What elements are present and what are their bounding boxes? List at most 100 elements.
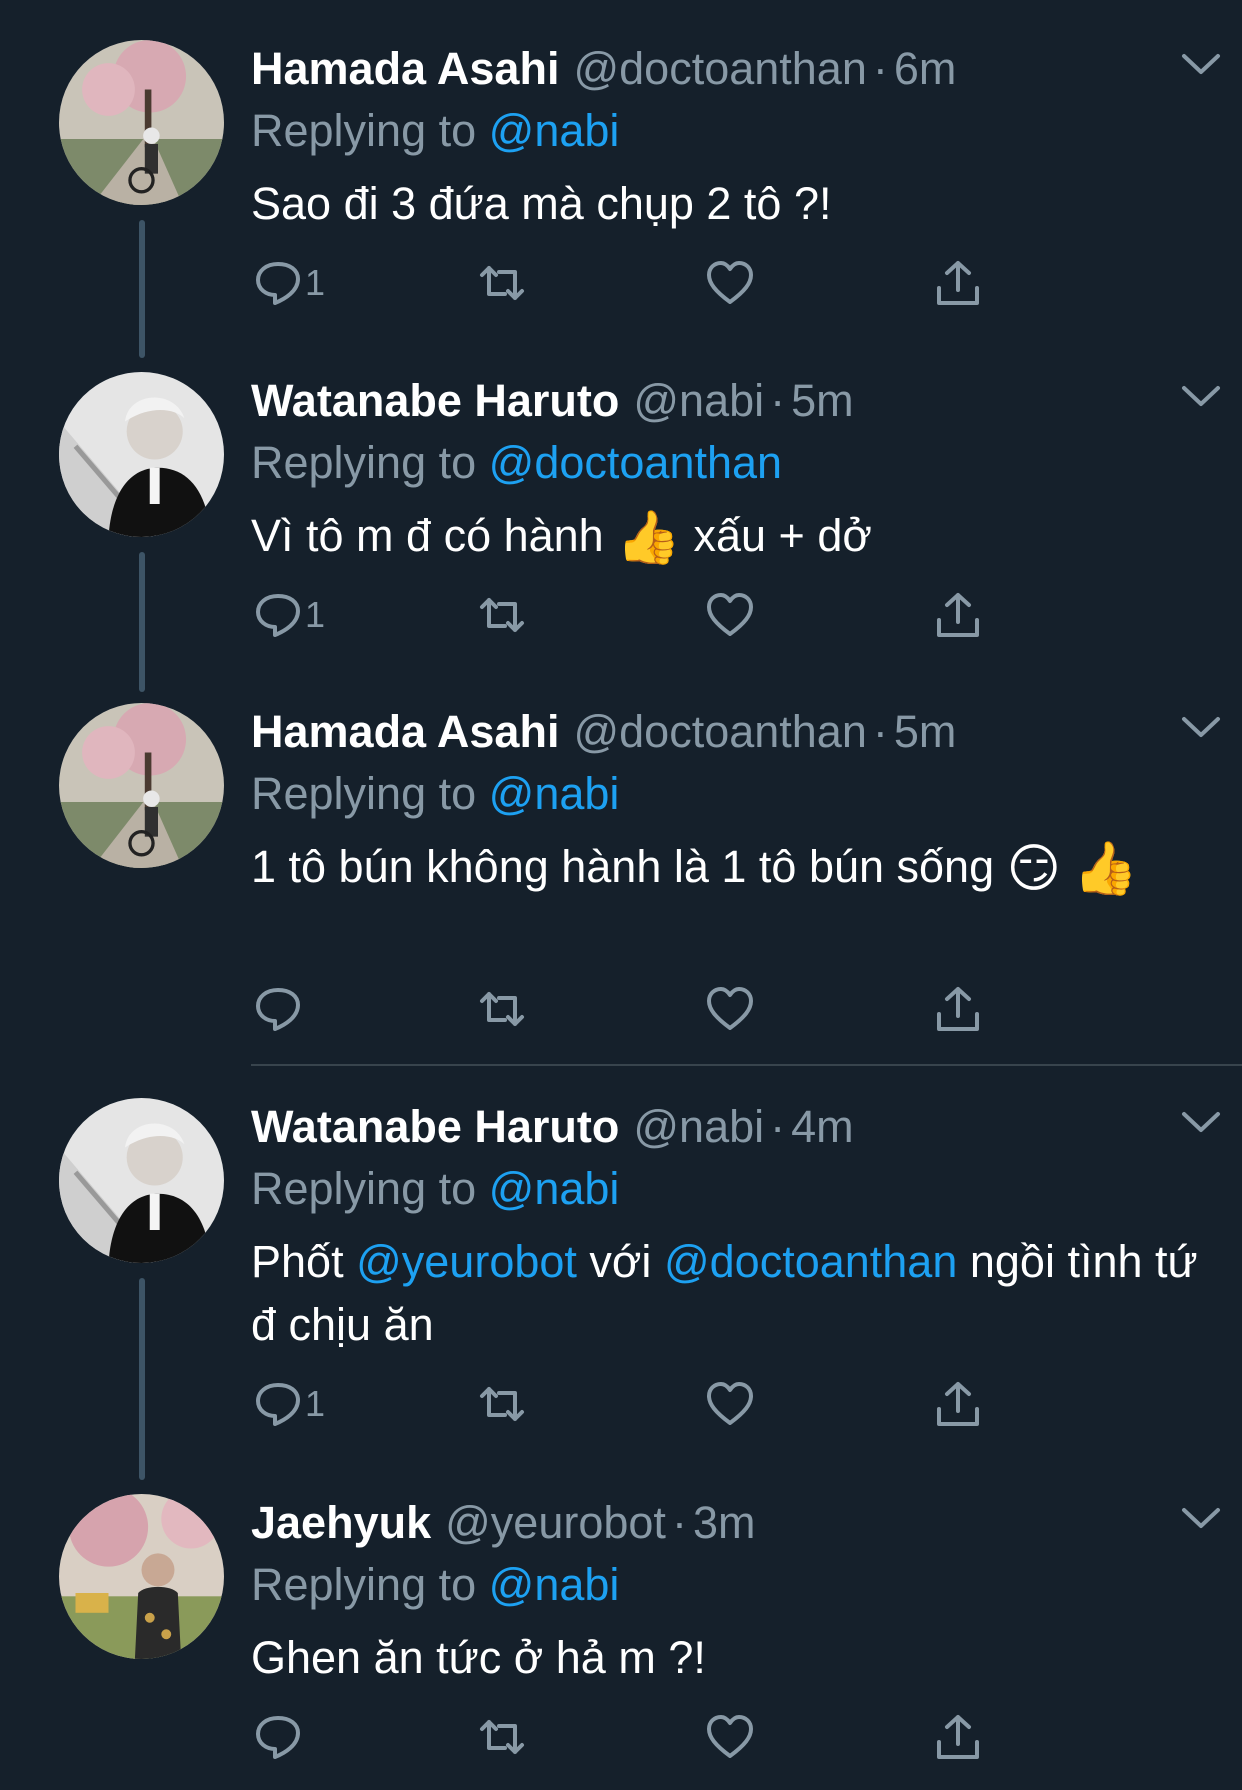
share-button[interactable] <box>933 1374 983 1434</box>
tweet-text-part: xấu + dở <box>693 510 872 561</box>
reply-button[interactable] <box>253 1707 305 1767</box>
tweet-actions: 1 <box>251 1374 991 1434</box>
retweet-button[interactable] <box>477 253 527 313</box>
chevron-down-icon[interactable] <box>1176 707 1226 747</box>
heart-icon <box>707 987 753 1030</box>
thread-line <box>139 552 145 692</box>
replying-mention[interactable]: @nabi <box>489 768 620 819</box>
user-handle[interactable]: @doctoanthan <box>573 43 866 95</box>
smirk-emoji: 😏 <box>1006 839 1061 899</box>
replying-mention[interactable]: @nabi <box>489 1163 620 1214</box>
user-handle[interactable]: @doctoanthan <box>573 706 866 758</box>
user-handle[interactable]: @nabi <box>633 375 764 427</box>
reply-icon <box>256 262 300 305</box>
tweet-header: Hamada Asahi @doctoanthan · 6m <box>251 38 1202 100</box>
heart-icon <box>707 261 753 304</box>
replying-to: Replying to @doctoanthan <box>251 432 1202 494</box>
tweet-text-part: Vì tô m đ có hành <box>251 510 604 561</box>
retweet-icon <box>480 598 524 632</box>
thread-line <box>139 220 145 358</box>
share-button[interactable] <box>933 1707 983 1767</box>
display-name[interactable]: Jaehyuk <box>251 1497 431 1549</box>
like-button[interactable] <box>705 1374 755 1434</box>
tweet-text: Sao đi 3 đứa mà chụp 2 tô ?! <box>251 178 832 229</box>
timestamp[interactable]: 5m <box>894 706 957 758</box>
tweet-actions: 1 <box>251 585 991 645</box>
display-name[interactable]: Watanabe Haruto <box>251 375 619 427</box>
reply-count: 1 <box>305 262 326 303</box>
replying-to: Replying to @nabi <box>251 1158 1202 1220</box>
thumbs-up-emoji: 👍 <box>1073 839 1139 899</box>
replying-mention[interactable]: @doctoanthan <box>489 437 782 488</box>
avatar[interactable] <box>59 1494 224 1659</box>
replying-to: Replying to @nabi <box>251 763 1202 825</box>
timestamp[interactable]: 4m <box>791 1101 854 1153</box>
display-name[interactable]: Hamada Asahi <box>251 706 559 758</box>
separator-dot: · <box>770 1101 786 1152</box>
user-handle[interactable]: @nabi <box>633 1101 764 1153</box>
like-button[interactable] <box>705 1707 755 1767</box>
avatar[interactable] <box>59 1098 224 1263</box>
separator-dot: · <box>770 375 786 426</box>
share-button[interactable] <box>933 585 983 645</box>
chevron-down-icon[interactable] <box>1176 376 1226 416</box>
thumbs-up-emoji: 👍 <box>616 508 681 568</box>
replying-mention[interactable]: @nabi <box>489 105 620 156</box>
separator-dot: · <box>671 1497 687 1548</box>
tweet-text-part: với <box>589 1236 652 1287</box>
tweet-text: Phốt @yeurobot với @doctoanthan ngồi tìn… <box>251 1230 1202 1356</box>
replying-label: Replying to <box>251 1163 477 1214</box>
avatar-park-portrait-icon <box>59 1494 224 1659</box>
reply-button[interactable]: 1 <box>253 253 325 313</box>
avatar[interactable] <box>59 703 224 868</box>
reply-thread: Hamada Asahi @doctoanthan · 6m Replying … <box>0 0 1242 1790</box>
avatar[interactable] <box>59 372 224 537</box>
retweet-icon <box>480 1720 524 1754</box>
heart-icon <box>707 593 753 636</box>
chevron-down-icon[interactable] <box>1176 1498 1226 1538</box>
share-button[interactable] <box>933 979 983 1039</box>
share-icon <box>937 987 979 1031</box>
tweet-header: Hamada Asahi @doctoanthan · 5m <box>251 701 1202 763</box>
avatar-monochrome-portrait-icon <box>59 1098 224 1263</box>
retweet-button[interactable] <box>477 585 527 645</box>
retweet-button[interactable] <box>477 979 527 1039</box>
timestamp[interactable]: 6m <box>894 43 957 95</box>
timestamp[interactable]: 5m <box>791 375 854 427</box>
share-button[interactable] <box>933 253 983 313</box>
avatar[interactable] <box>59 40 224 205</box>
replying-label: Replying to <box>251 768 477 819</box>
share-icon <box>937 593 979 637</box>
like-button[interactable] <box>705 979 755 1039</box>
replying-label: Replying to <box>251 437 477 488</box>
thread-line <box>139 1278 145 1480</box>
share-icon <box>937 1715 979 1759</box>
tweet-header: Watanabe Haruto @nabi · 4m <box>251 1096 1202 1158</box>
separator-dot: · <box>872 43 888 94</box>
reply-icon <box>256 594 300 637</box>
tweet-text-part: Phốt <box>251 1236 344 1287</box>
retweet-button[interactable] <box>477 1374 527 1434</box>
like-button[interactable] <box>705 253 755 313</box>
like-button[interactable] <box>705 585 755 645</box>
reply-icon <box>256 988 300 1031</box>
retweet-button[interactable] <box>477 1707 527 1767</box>
user-handle[interactable]: @yeurobot <box>445 1497 666 1549</box>
chevron-down-icon[interactable] <box>1176 1102 1226 1142</box>
reply-button[interactable]: 1 <box>253 585 325 645</box>
retweet-icon <box>480 266 524 300</box>
chevron-down-icon[interactable] <box>1176 44 1226 84</box>
reply-icon <box>256 1716 300 1759</box>
display-name[interactable]: Watanabe Haruto <box>251 1101 619 1153</box>
tweet-text-part: 1 tô bún không hành là 1 tô bún sống <box>251 841 995 892</box>
replying-mention[interactable]: @nabi <box>489 1559 620 1610</box>
reply-button[interactable]: 1 <box>253 1374 325 1434</box>
timestamp[interactable]: 3m <box>693 1497 756 1549</box>
mention-link[interactable]: @yeurobot <box>356 1236 577 1287</box>
share-icon <box>937 1382 979 1426</box>
display-name[interactable]: Hamada Asahi <box>251 43 559 95</box>
reply-button[interactable] <box>253 979 305 1039</box>
replying-label: Replying to <box>251 1559 477 1610</box>
mention-link[interactable]: @doctoanthan <box>664 1236 957 1287</box>
tweet-text: 1 tô bún không hành là 1 tô bún sống 😏 👍 <box>251 835 1202 901</box>
